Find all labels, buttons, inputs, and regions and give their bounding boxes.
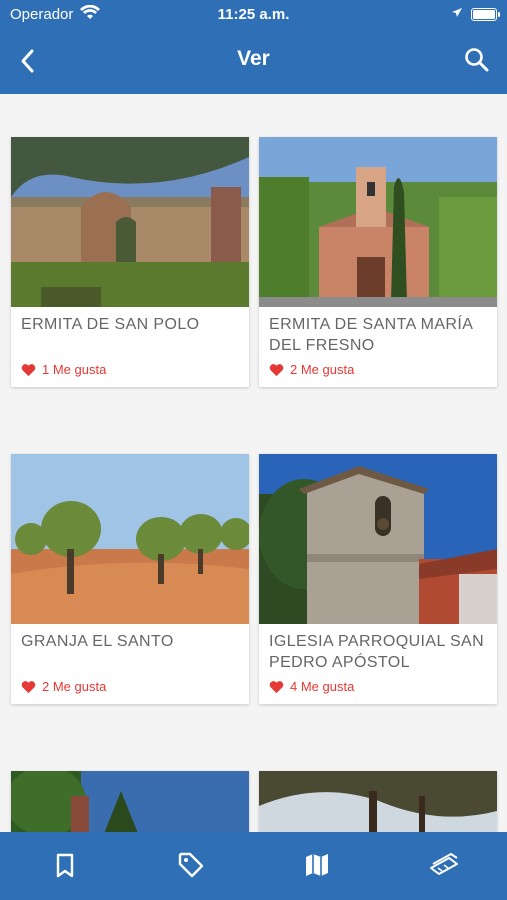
likes-count: 2 Me gusta: [259, 356, 497, 387]
place-card[interactable]: ERMITA DE SANTA MARÍA DEL FRESNO 2 Me gu…: [259, 137, 497, 387]
likes-label: 4 Me gusta: [290, 679, 355, 694]
nav-bar: Ver: [0, 30, 507, 94]
places-grid: ERMITA DE SAN POLO 1 Me gusta ERMITA DE: [0, 94, 507, 832]
tab-tickets[interactable]: [428, 850, 458, 880]
heart-icon: [21, 680, 36, 693]
place-card[interactable]: GRANJA EL SANTO 2 Me gusta: [11, 454, 249, 704]
likes-count: 1 Me gusta: [11, 356, 249, 387]
map-icon: [306, 854, 328, 876]
search-icon: [465, 48, 489, 72]
place-card[interactable]: IGLESIA PARROQUIAL SAN PEDRO APÓSTOL 4 M…: [259, 454, 497, 704]
place-name: ERMITA DE SAN POLO: [21, 316, 200, 333]
bookmark-icon: [56, 853, 74, 878]
heart-icon: [269, 363, 284, 376]
clock: 11:25 a.m.: [217, 6, 290, 23]
place-card[interactable]: [259, 771, 497, 832]
place-name: IGLESIA PARROQUIAL SAN PEDRO APÓSTOL: [269, 633, 485, 671]
ticket-icon: [430, 853, 458, 875]
place-photo: [11, 454, 249, 624]
place-photo: [259, 454, 497, 624]
battery-icon: [471, 8, 500, 21]
tab-bar: [0, 832, 507, 900]
location-icon: [451, 6, 463, 23]
status-bar: Operador 11:25 a.m.: [0, 0, 507, 30]
likes-label: 1 Me gusta: [42, 362, 107, 377]
place-photo: [11, 137, 249, 307]
place-card[interactable]: ERMITA DE SAN POLO 1 Me gusta: [11, 137, 249, 387]
tab-tags[interactable]: [176, 850, 206, 880]
likes-label: 2 Me gusta: [42, 679, 107, 694]
place-photo: [259, 771, 497, 832]
likes-count: 2 Me gusta: [11, 673, 249, 704]
likes-count: 4 Me gusta: [259, 673, 497, 704]
place-card[interactable]: [11, 771, 249, 832]
place-photo: [11, 771, 249, 832]
page-title: Ver: [237, 47, 270, 70]
heart-icon: [269, 680, 284, 693]
likes-label: 2 Me gusta: [290, 362, 355, 377]
tab-bookmarks[interactable]: [50, 850, 80, 880]
place-name: GRANJA EL SANTO: [21, 633, 174, 650]
place-photo: [259, 137, 497, 307]
tag-icon: [178, 852, 204, 878]
tab-map[interactable]: [302, 850, 332, 880]
heart-icon: [21, 363, 36, 376]
place-name: ERMITA DE SANTA MARÍA DEL FRESNO: [269, 316, 473, 354]
search-button[interactable]: [463, 46, 491, 74]
